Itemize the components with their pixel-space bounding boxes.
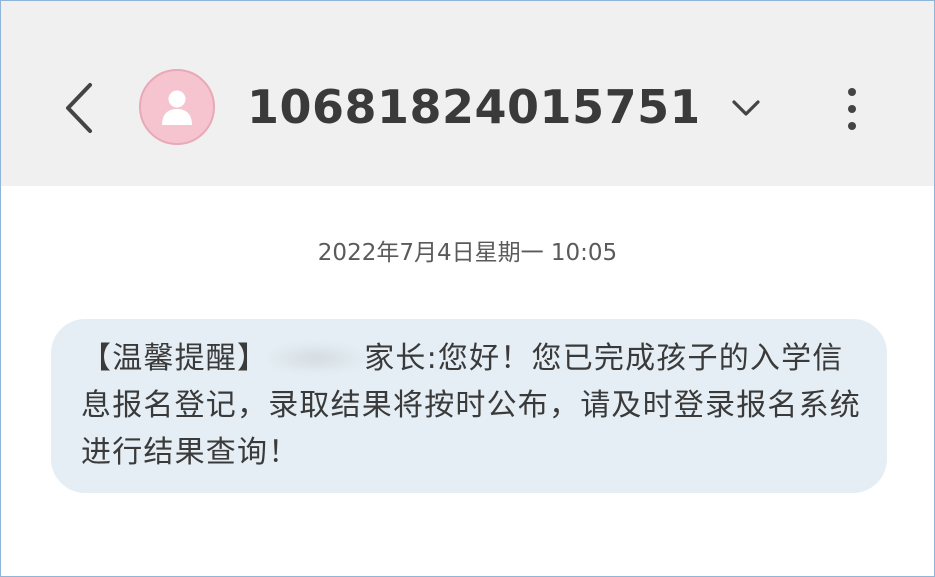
contact-name[interactable]: 10681824015751... (247, 75, 697, 139)
more-vertical-icon (848, 88, 856, 130)
more-options-button[interactable] (829, 79, 875, 139)
contact-avatar[interactable] (139, 69, 215, 145)
person-icon (162, 90, 192, 125)
sms-conversation-screen: 10681824015751... 2022年7月4日星期一 10:05 【温馨… (0, 0, 935, 577)
redacted-name (268, 343, 365, 373)
message-timestamp: 2022年7月4日星期一 10:05 (317, 240, 618, 266)
message-prefix: 【温馨提醒】 (81, 341, 269, 376)
back-button[interactable] (49, 73, 109, 143)
message-bubble[interactable]: 【温馨提醒】 家长:您好！您已完成孩子的入学信息报名登记，录取结果将按时公布，请及… (51, 319, 887, 493)
expand-contact-button[interactable] (723, 85, 769, 131)
message-text: 【温馨提醒】 家长:您好！您已完成孩子的入学信息报名登记，录取结果将按时公布，请及… (81, 335, 861, 476)
conversation-header: 10681824015751... (1, 1, 934, 186)
chevron-left-icon (66, 83, 92, 133)
chevron-down-icon (732, 100, 760, 116)
